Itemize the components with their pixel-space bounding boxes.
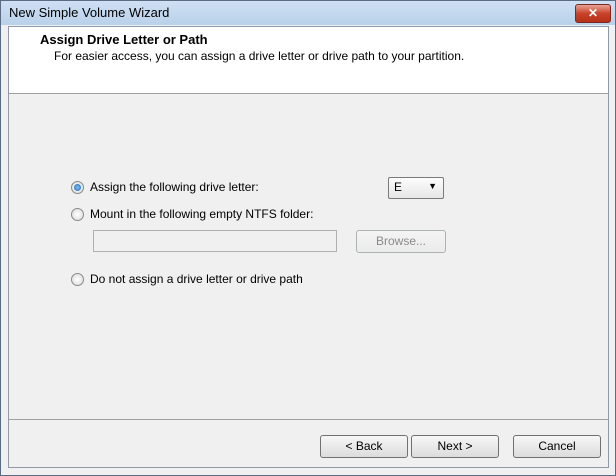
wizard-client-area: Assign Drive Letter or Path For easier a…	[8, 26, 609, 468]
window-title: New Simple Volume Wizard	[9, 5, 170, 20]
browse-button[interactable]: Browse...	[356, 230, 446, 253]
drive-letter-value: E	[394, 180, 403, 194]
assign-letter-label: Assign the following drive letter:	[90, 180, 259, 194]
wizard-header: Assign Drive Letter or Path For easier a…	[9, 27, 608, 94]
no-assign-option[interactable]: Do not assign a drive letter or drive pa…	[71, 271, 303, 287]
title-bar[interactable]: New Simple Volume Wizard ✕	[1, 1, 615, 25]
mount-folder-option[interactable]: Mount in the following empty NTFS folder…	[71, 206, 313, 222]
chevron-down-icon: ▼	[428, 181, 437, 191]
assign-letter-option[interactable]: Assign the following drive letter:	[71, 179, 259, 195]
next-button[interactable]: Next >	[411, 435, 499, 458]
assign-letter-radio[interactable]	[71, 180, 84, 194]
folder-path-input[interactable]	[93, 230, 337, 252]
wizard-window: New Simple Volume Wizard ✕ Assign Drive …	[0, 0, 616, 476]
back-button[interactable]: < Back	[320, 435, 408, 458]
mount-folder-radio[interactable]	[71, 207, 84, 221]
page-title: Assign Drive Letter or Path	[40, 32, 208, 47]
no-assign-radio[interactable]	[71, 272, 84, 286]
cancel-button[interactable]: Cancel	[513, 435, 601, 458]
no-assign-label: Do not assign a drive letter or drive pa…	[90, 272, 303, 286]
mount-folder-label: Mount in the following empty NTFS folder…	[90, 207, 314, 221]
close-button[interactable]: ✕	[575, 4, 611, 23]
footer-divider	[9, 419, 608, 420]
close-icon: ✕	[587, 6, 599, 20]
page-subtitle: For easier access, you can assign a driv…	[54, 49, 465, 63]
drive-letter-dropdown[interactable]: E ▼	[388, 177, 444, 199]
